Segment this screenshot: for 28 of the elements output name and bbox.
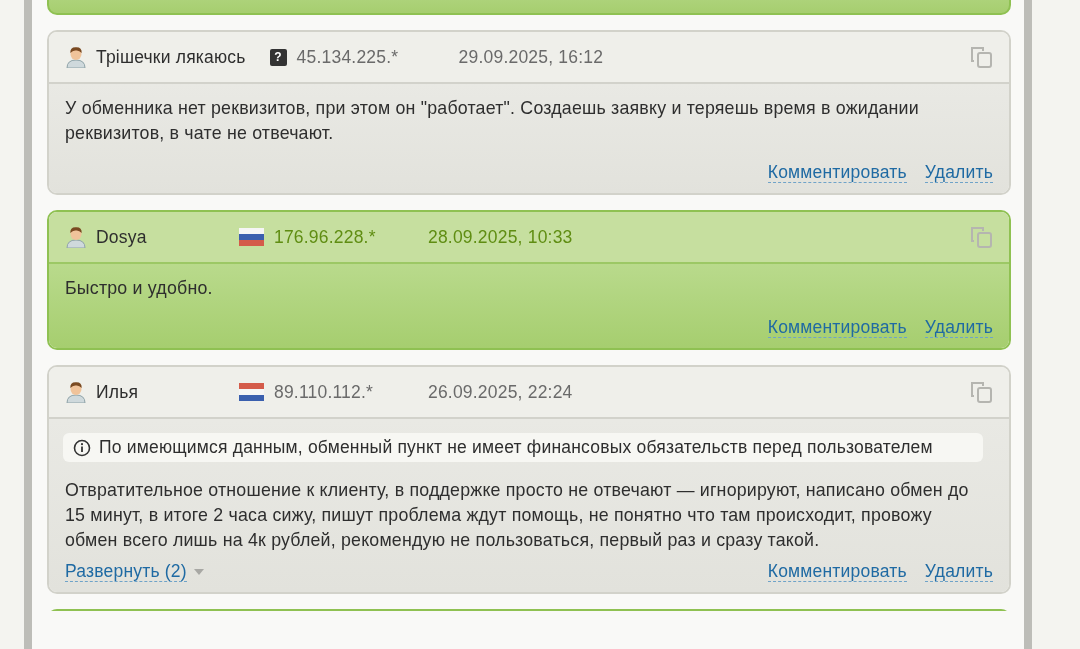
ip-address: 89.110.112.* [274,381,374,403]
review-date: 29.09.2025, 16:12 [458,46,605,68]
review-text: Быстро и удобно. [65,277,214,300]
action-link[interactable]: Удалить [924,561,993,582]
author-name: Dosya [96,226,147,248]
unknown-origin-icon: ? [269,48,287,66]
user-avatar-icon [65,46,87,68]
copy-icon[interactable] [969,380,993,404]
copy-icon[interactable] [969,225,993,249]
user-avatar-icon [65,226,87,248]
author-name: Илья [96,381,139,403]
info-icon [73,438,91,457]
ip-address: 45.134.225.* [296,46,399,68]
action-link[interactable]: Удалить [924,317,993,338]
review-date: 26.09.2025, 22:24 [428,381,574,403]
notice-text: По имеющимся данным, обменный пункт не имеет финансовых обязательств перед пользователем [99,437,933,458]
action-link[interactable]: Удалить [924,162,993,183]
user-avatar-icon [65,381,87,403]
copy-icon[interactable] [969,45,993,69]
ip-address: 176.96.228.* [274,226,376,248]
expand-link[interactable]: Развернуть (2) [65,561,187,582]
author-name: Трішечки лякаюсь [96,46,246,68]
review-text: Отвратительное отношение к клиенту, в поддержке просто не отвечают — игнорируют, написано обмен до 15 минут, в итоге 2 часа сижу, пишут проблема ждут помощь, не понятно что там происходит, провожу обмен всего лишь на 4к рублей, рекомендую не пользоваться, первый раз и сразу такой. [65,479,970,552]
action-link[interactable]: Комментировать [767,561,907,582]
review-date: 28.09.2025, 10:33 [428,226,574,248]
action-link[interactable]: Комментировать [767,162,907,183]
action-link[interactable]: Комментировать [767,317,907,338]
review-text: У обменника нет реквизитов, при этом он "работает". Создаешь заявку и теряешь время в ожидании реквизитов, в чате не отвечают. [65,97,920,145]
